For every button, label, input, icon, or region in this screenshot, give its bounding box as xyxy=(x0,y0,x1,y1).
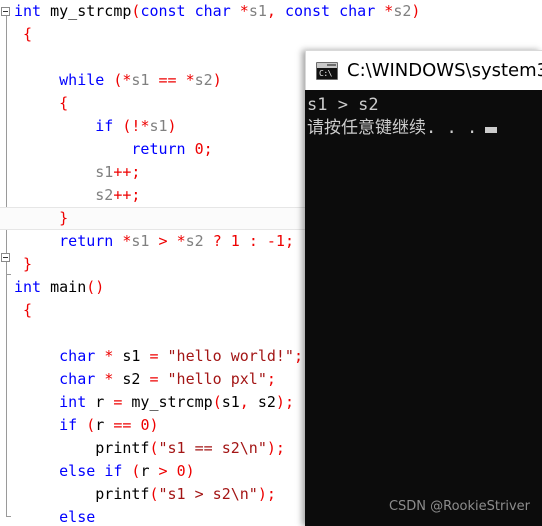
console-output-area[interactable]: s1 > s2 请按任意键继续. . . xyxy=(305,90,542,526)
console-output-text: 请按任意键继续. . . xyxy=(307,118,478,138)
screenshot-root: int my_strcmp(const char *s1, const char… xyxy=(0,0,542,526)
console-icon-titlebar xyxy=(317,62,337,68)
console-caret xyxy=(485,127,498,133)
code-line[interactable]: int my_strcmp(const char *s1, const char… xyxy=(0,0,542,23)
console-title: C:\WINDOWS\system32\cm xyxy=(347,60,542,81)
console-window-icon: C:\ xyxy=(316,61,338,80)
console-output-line: s1 > s2 xyxy=(307,95,379,115)
console-titlebar[interactable]: C:\ C:\WINDOWS\system32\cm xyxy=(305,50,542,90)
console-output-line: 请按任意键继续. . . xyxy=(307,117,542,140)
console-window[interactable]: C:\ C:\WINDOWS\system32\cm s1 > s2 请按任意键… xyxy=(305,50,542,526)
console-icon-prompt: C:\ xyxy=(319,68,332,78)
code-line[interactable]: { xyxy=(0,23,542,46)
watermark: CSDN @RookieStriver xyxy=(388,499,530,514)
